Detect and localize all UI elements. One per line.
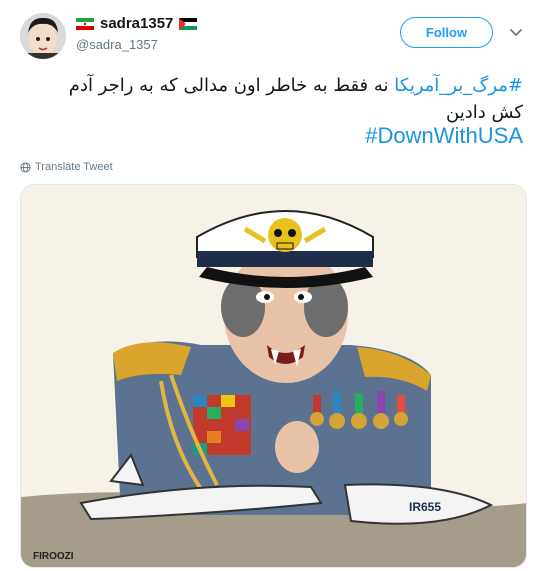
medal-ribbons <box>193 395 251 455</box>
display-name[interactable]: sadra1357 <box>100 15 173 32</box>
iran-flag-icon <box>76 17 94 30</box>
avatar[interactable] <box>20 13 66 59</box>
artist-signature: FIROOZI <box>33 551 74 562</box>
globe-icon <box>20 161 31 173</box>
plane-marking: IR655 <box>409 500 441 514</box>
user-name-row[interactable]: sadra1357 <box>76 15 198 32</box>
palestine-flag-icon <box>179 17 198 30</box>
tweet-text-line-1-rest: نه فقط به خاطر اون مدالی که به راجر آدم <box>68 75 389 96</box>
tweet-text-line-2: کش دادین <box>446 102 523 123</box>
tweet-text-line-1: #مرگ_بر_آمریکا نه فقط به خاطر اون مدالی … <box>23 72 523 99</box>
translate-label[interactable]: Translate Tweet <box>35 161 113 173</box>
translate-tweet-link[interactable]: Translate Tweet <box>20 161 113 173</box>
cartoon-illustration: IR655 FIROOZI <box>21 185 526 567</box>
user-handle[interactable]: @sadra_1357 <box>76 37 158 52</box>
hashtag-link-en[interactable]: #DownWithUSA <box>365 123 523 149</box>
chevron-down-icon[interactable] <box>509 28 523 38</box>
follow-button[interactable]: Follow <box>400 17 493 48</box>
tweet-card: sadra1357 @sadra_1357 Follow #مرگ_بر_آمر… <box>0 0 553 571</box>
tweet-image[interactable]: IR655 FIROOZI <box>20 184 527 568</box>
tweet-text: #مرگ_بر_آمریکا نه فقط به خاطر اون مدالی … <box>23 72 523 126</box>
hashtag-link-fa[interactable]: #مرگ_بر_آمریکا <box>394 75 523 96</box>
